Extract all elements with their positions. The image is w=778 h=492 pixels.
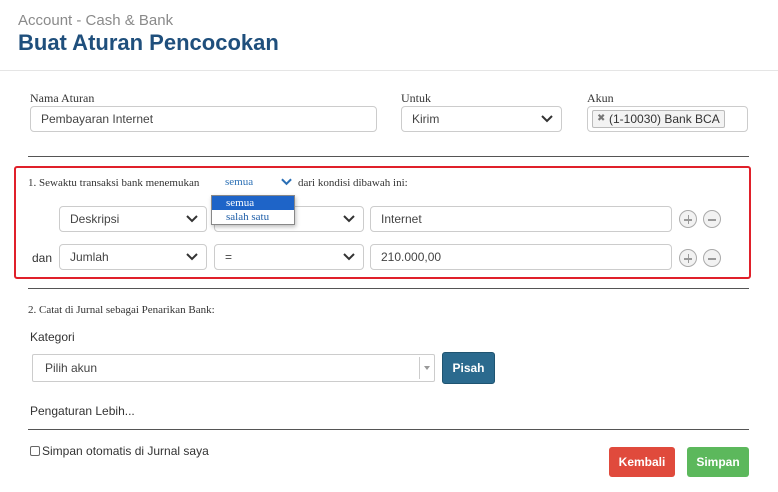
untuk-select-value: Kirim xyxy=(412,112,440,126)
header-divider xyxy=(0,70,778,71)
kategori-select[interactable]: Pilih akun xyxy=(32,354,435,382)
chevron-down-icon xyxy=(541,115,553,123)
untuk-label: Untuk xyxy=(401,91,431,105)
condition-field-select[interactable]: Deskripsi xyxy=(59,206,207,232)
condition-field-value: Jumlah xyxy=(70,250,109,264)
split-button[interactable]: Pisah xyxy=(442,352,495,384)
page-title: Buat Aturan Pencocokan xyxy=(18,30,279,55)
chevron-down-icon xyxy=(343,253,355,261)
kategori-label: Kategori xyxy=(30,330,75,344)
section-divider-bottom xyxy=(28,429,749,430)
auto-save-checkbox[interactable] xyxy=(30,446,40,456)
match-type-value: semua xyxy=(225,176,254,188)
dropdown-option-semua[interactable]: semua xyxy=(212,196,294,210)
akun-multiselect[interactable]: ✖ (1-10030) Bank BCA xyxy=(587,106,748,132)
rule-intro-after: dari kondisi dibawah ini: xyxy=(298,177,408,189)
breadcrumb: Account - Cash & Bank xyxy=(18,12,174,29)
save-button[interactable]: Simpan xyxy=(687,447,749,477)
chevron-down-icon xyxy=(186,253,198,261)
condition-operator-value: = xyxy=(225,250,233,264)
condition-field-select[interactable]: Jumlah xyxy=(59,244,207,270)
akun-tag: ✖ (1-10030) Bank BCA xyxy=(592,110,725,128)
caret-down-icon xyxy=(424,366,430,370)
untuk-select[interactable]: Kirim xyxy=(401,106,562,132)
chevron-down-icon xyxy=(343,215,355,223)
kategori-placeholder: Pilih akun xyxy=(45,361,98,375)
chevron-down-icon[interactable] xyxy=(281,178,292,186)
advanced-settings-link[interactable]: Pengaturan Lebih... xyxy=(30,404,135,418)
nama-aturan-input[interactable]: Pembayaran Internet xyxy=(30,106,377,132)
plus-circle-icon[interactable] xyxy=(679,249,697,267)
dropdown-option-salah-satu[interactable]: salah satu xyxy=(212,210,294,224)
akun-tag-label: (1-10030) Bank BCA xyxy=(609,112,720,126)
kategori-select-separator xyxy=(419,357,420,379)
minus-circle-icon[interactable] xyxy=(703,249,721,267)
match-type-dropdown: semua salah satu xyxy=(211,195,295,225)
condition-connector: dan xyxy=(32,251,53,265)
back-button[interactable]: Kembali xyxy=(609,447,675,477)
rule-intro-before: 1. Sewaktu transaksi bank menemukan xyxy=(28,177,200,189)
condition-value-input[interactable]: Internet xyxy=(370,206,672,232)
akun-label: Akun xyxy=(587,91,614,105)
condition-value-input[interactable]: 210.000,00 xyxy=(370,244,672,270)
match-type-select[interactable]: semua xyxy=(225,176,253,188)
condition-operator-select[interactable]: = xyxy=(214,244,364,270)
auto-save-label: Simpan otomatis di Jurnal saya xyxy=(42,444,209,458)
nama-aturan-label: Nama Aturan xyxy=(30,91,95,105)
close-icon[interactable]: ✖ xyxy=(597,111,605,127)
condition-field-value: Deskripsi xyxy=(70,212,120,226)
section-divider-middle xyxy=(28,288,749,289)
plus-circle-icon[interactable] xyxy=(679,210,697,228)
section-divider-top xyxy=(28,156,749,157)
journal-heading: 2. Catat di Jurnal sebagai Penarikan Ban… xyxy=(28,304,215,316)
minus-circle-icon[interactable] xyxy=(703,210,721,228)
chevron-down-icon xyxy=(186,215,198,223)
